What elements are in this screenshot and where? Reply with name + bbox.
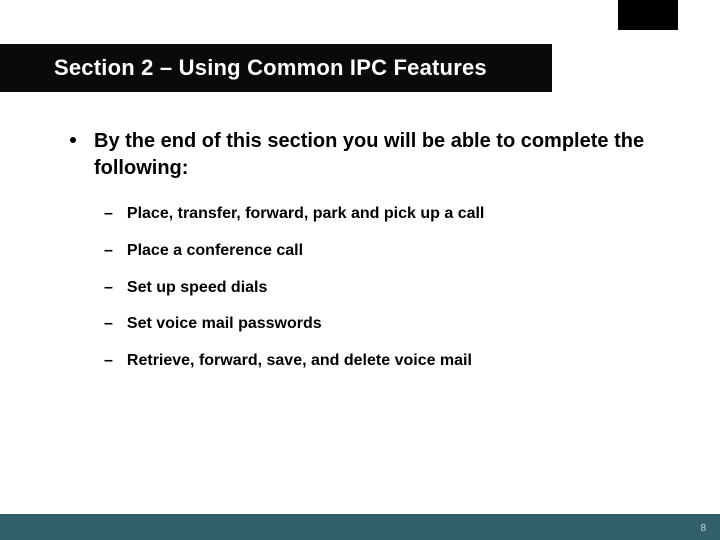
slide-title: Section 2 – Using Common IPC Features [0, 55, 487, 81]
lead-bullet-row: By the end of this section you will be a… [70, 128, 660, 182]
sub-list: – Place, transfer, forward, park and pic… [104, 204, 660, 372]
list-item-text: Place a conference call [127, 241, 303, 262]
list-item-text: Place, transfer, forward, park and pick … [127, 204, 484, 225]
list-item: – Place a conference call [104, 241, 660, 262]
list-item: – Retrieve, forward, save, and delete vo… [104, 351, 660, 372]
list-item: – Set voice mail passwords [104, 314, 660, 335]
list-item-text: Set up speed dials [127, 278, 267, 299]
slide-body: By the end of this section you will be a… [70, 128, 660, 388]
corner-accent [618, 0, 678, 30]
bullet-icon [70, 137, 76, 143]
list-item: – Place, transfer, forward, park and pic… [104, 204, 660, 225]
dash-icon: – [104, 314, 113, 335]
dash-icon: – [104, 241, 113, 262]
list-item: – Set up speed dials [104, 278, 660, 299]
dash-icon: – [104, 278, 113, 299]
list-item-text: Set voice mail passwords [127, 314, 322, 335]
list-item-text: Retrieve, forward, save, and delete voic… [127, 351, 472, 372]
lead-text: By the end of this section you will be a… [94, 128, 660, 182]
dash-icon: – [104, 204, 113, 225]
dash-icon: – [104, 351, 113, 372]
page-number: 8 [700, 523, 706, 534]
title-bar: Section 2 – Using Common IPC Features [0, 44, 552, 92]
footer-bar: 8 [0, 514, 720, 540]
